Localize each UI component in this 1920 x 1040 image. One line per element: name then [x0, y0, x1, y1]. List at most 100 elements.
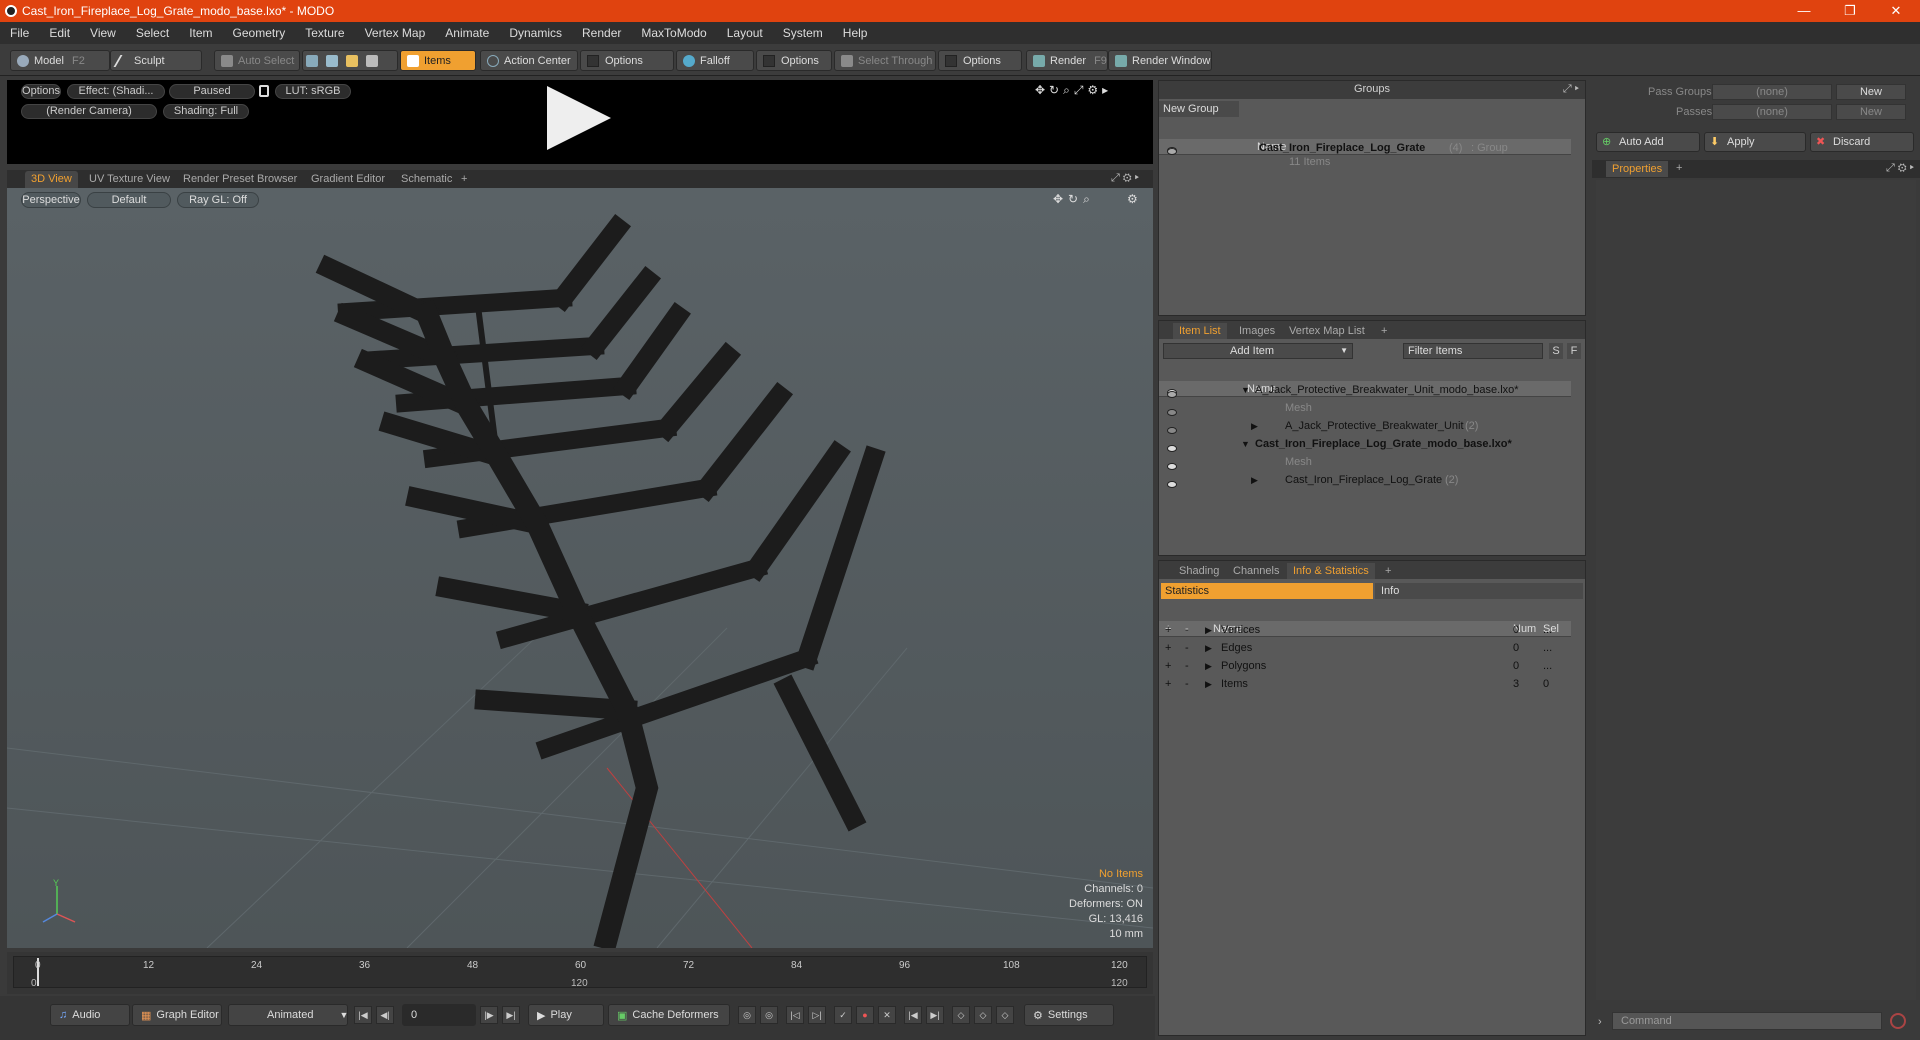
new-pass-group-button[interactable]: New [1836, 84, 1906, 100]
preview-options-button[interactable]: Options [21, 84, 61, 99]
filter-f-button[interactable]: F [1567, 343, 1581, 359]
viewport-nav-icons[interactable]: ✥↻⌕ [1053, 192, 1095, 207]
keyframe-icon-b[interactable]: ◇ [974, 1006, 992, 1024]
key-icon-1[interactable]: ◎ [738, 1006, 756, 1024]
add-stats-tab[interactable]: + [1379, 563, 1397, 579]
3d-viewport[interactable]: Perspective Default Ray GL: Off ✥↻⌕ ⚙ Y … [7, 188, 1153, 948]
close-button[interactable]: ✕ [1873, 0, 1919, 22]
materials-mode-icon[interactable] [366, 54, 378, 67]
menu-animate[interactable]: Animate [435, 26, 499, 40]
key-filter-icon[interactable]: ✕ [878, 1006, 896, 1024]
tab-vertex-map-list[interactable]: Vertex Map List [1283, 323, 1371, 339]
add-tab-button[interactable]: + [455, 171, 473, 188]
list-item[interactable]: Mesh [1159, 453, 1571, 471]
action-center-options-button[interactable]: Options [580, 50, 674, 71]
group-row[interactable]: Cast_Iron_Fireplace_Log_Grate (4) : Grou… [1159, 139, 1571, 173]
model-mode-button[interactable]: Model F2 [10, 50, 110, 71]
shading-dropdown[interactable]: Shading: Full [163, 104, 249, 119]
list-item[interactable]: ▶ Cast_Iron_Fireplace_Log_Grate (2) [1159, 471, 1571, 489]
command-history-icon[interactable] [1890, 1013, 1906, 1029]
properties-expand-icon[interactable]: ⤢ ⚙ ▸ [1886, 162, 1914, 175]
perspective-dropdown[interactable]: Perspective [21, 192, 81, 208]
menu-system[interactable]: System [773, 26, 833, 40]
menu-layout[interactable]: Layout [717, 26, 773, 40]
tab-info-statistics[interactable]: Info & Statistics [1287, 563, 1375, 579]
menu-select[interactable]: Select [126, 26, 179, 40]
settings-button[interactable]: ⚙ Settings [1024, 1004, 1114, 1026]
menu-edit[interactable]: Edit [39, 26, 80, 40]
group-eye-icon[interactable] [1167, 143, 1177, 161]
raygl-dropdown[interactable]: Ray GL: Off [177, 192, 259, 208]
table-row[interactable]: + - ▶ Edges 0 ... [1159, 639, 1571, 657]
play-button[interactable]: ▶ Play [528, 1004, 604, 1026]
tab-uv-texture-view[interactable]: UV Texture View [83, 171, 176, 188]
graph-editor-button[interactable]: ▦ Graph Editor [132, 1004, 222, 1026]
list-item[interactable]: ▶ A_Jack_Protective_Breakwater_Unit (2) [1159, 417, 1571, 435]
auto-key-icon[interactable]: ✓ [834, 1006, 852, 1024]
list-item[interactable]: Mesh [1159, 399, 1571, 417]
passes-dropdown[interactable]: (none) [1712, 104, 1832, 120]
items-mode-button[interactable]: Items [400, 50, 476, 71]
menu-geometry[interactable]: Geometry [223, 26, 296, 40]
preview-nav-icons[interactable]: ✥↻⌕⤢⚙▸ [1035, 83, 1112, 98]
sculpt-mode-button[interactable]: Sculpt [110, 50, 202, 71]
polygons-mode-icon[interactable] [346, 54, 358, 67]
groups-expand-icon[interactable]: ⤢ ▸ [1563, 83, 1579, 96]
menu-dynamics[interactable]: Dynamics [499, 26, 572, 40]
cache-deformers-button[interactable]: ▣ Cache Deformers [608, 1004, 730, 1026]
edges-mode-icon[interactable] [326, 54, 338, 67]
falloff-button[interactable]: Falloff [676, 50, 754, 71]
info-subtab[interactable]: Info [1375, 583, 1583, 599]
tab-3d-view[interactable]: 3D View [25, 171, 78, 188]
table-row[interactable]: + - ▶ Polygons 0 ... [1159, 657, 1571, 675]
list-item[interactable]: ▼ Cast_Iron_Fireplace_Log_Grate_modo_bas… [1159, 435, 1571, 453]
audio-button[interactable]: ♫ Audio [50, 1004, 130, 1026]
add-panel-tab[interactable]: + [1375, 323, 1393, 339]
tab-item-list[interactable]: Item List [1173, 323, 1227, 339]
menu-render[interactable]: Render [572, 26, 631, 40]
render-camera-dropdown[interactable]: (Render Camera) [21, 104, 157, 119]
menu-help[interactable]: Help [833, 26, 878, 40]
select-through-button[interactable]: Select Through [834, 50, 936, 71]
menu-file[interactable]: File [0, 26, 39, 40]
viewport-gear-icon[interactable]: ⚙ [1127, 192, 1138, 206]
statistics-subtab[interactable]: Statistics [1161, 583, 1373, 599]
step-back-icon[interactable]: ◀| [376, 1006, 394, 1024]
new-group-button[interactable]: New Group [1159, 101, 1239, 117]
keyframe-icon-a[interactable]: ◇ [952, 1006, 970, 1024]
record-icon[interactable]: ● [856, 1006, 874, 1024]
render-button[interactable]: Render F9 [1026, 50, 1108, 71]
timeline[interactable]: 0 12 24 36 48 60 72 84 96 108 120 0 120 … [7, 952, 1153, 994]
tab-gradient-editor[interactable]: Gradient Editor [305, 171, 391, 188]
viewport-tab-icons[interactable]: ⤢⚙▸ [1111, 172, 1142, 185]
preview-pause-button[interactable]: Paused [169, 84, 255, 99]
tab-render-preset-browser[interactable]: Render Preset Browser [177, 171, 303, 188]
shading-style-dropdown[interactable]: Default [87, 192, 171, 208]
menu-maxtomodo[interactable]: MaxToModo [631, 26, 716, 40]
action-center-button[interactable]: Action Center [480, 50, 578, 71]
vertices-mode-icon[interactable] [306, 54, 318, 67]
table-row[interactable]: + - ▶ Vertices 0 ... [1159, 621, 1571, 639]
go-start-icon[interactable]: |◀ [354, 1006, 372, 1024]
next-frame-icon[interactable]: ▶| [926, 1006, 944, 1024]
prev-frame-icon[interactable]: |◀ [904, 1006, 922, 1024]
keyframe-icon-c[interactable]: ◇ [996, 1006, 1014, 1024]
step-forward-icon[interactable]: |▶ [480, 1006, 498, 1024]
auto-select-button[interactable]: Auto Select [214, 50, 300, 71]
select-through-options-button[interactable]: Options [938, 50, 1022, 71]
command-input[interactable]: Command [1612, 1012, 1882, 1030]
add-item-dropdown[interactable]: Add Item ▼ [1163, 343, 1353, 359]
command-expand-icon[interactable]: › [1598, 1016, 1602, 1028]
list-item[interactable]: ▼ A_Jack_Protective_Breakwater_Unit_modo… [1159, 381, 1571, 399]
tab-shading[interactable]: Shading [1173, 563, 1225, 579]
table-row[interactable]: + - ▶ Items 3 0 [1159, 675, 1571, 693]
filter-items-input[interactable]: Filter Items [1403, 343, 1543, 359]
maximize-button[interactable]: ❐ [1827, 0, 1873, 22]
tab-schematic[interactable]: Schematic [395, 171, 458, 188]
render-window-button[interactable]: Render Window [1108, 50, 1212, 71]
new-pass-button[interactable]: New [1836, 104, 1906, 120]
minimize-button[interactable]: — [1781, 0, 1827, 22]
tab-channels[interactable]: Channels [1227, 563, 1285, 579]
lock-icon[interactable] [259, 85, 269, 97]
menu-texture[interactable]: Texture [295, 26, 354, 40]
